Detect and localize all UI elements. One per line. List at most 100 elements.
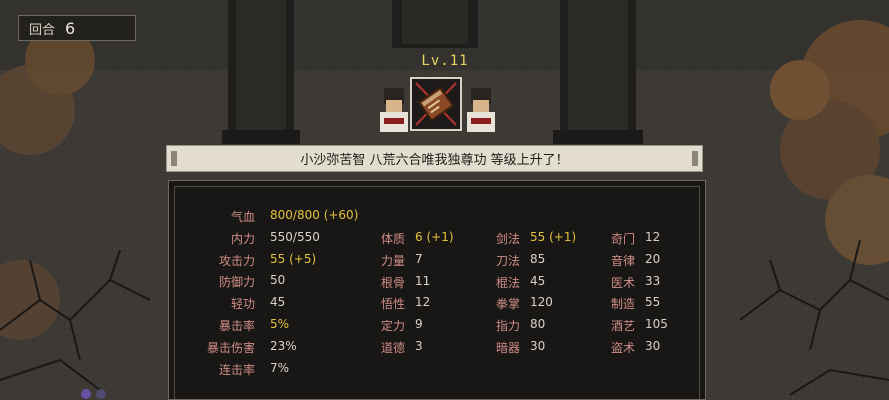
stat-number: 6 — [415, 230, 423, 244]
stat-number: 80 — [530, 317, 546, 332]
stone-pillar-center — [392, 0, 478, 48]
stat-label: 道德 — [380, 341, 405, 355]
stat-value: 800/800 (+60) — [270, 208, 358, 222]
stat-row: 盗术 30 — [595, 339, 725, 357]
stat-value: 30 — [530, 339, 545, 353]
stat-label: 攻击力 — [218, 253, 255, 268]
stat-row: 体质 6 (+1) — [365, 230, 495, 248]
stat-row: 音律 20 — [595, 252, 725, 270]
stat-number: 55 — [645, 295, 661, 310]
stat-label: 制造 — [610, 297, 635, 312]
stat-row: 定力 9 — [365, 317, 495, 335]
stat-label: 定力 — [380, 319, 405, 334]
stat-row: 制造 55 — [595, 295, 725, 313]
stat-row: 攻击力 55 (+5) — [175, 252, 316, 270]
stat-number: 45 — [530, 273, 546, 288]
stat-number: 12 — [415, 295, 431, 310]
stat-value: 55 (+1) — [530, 230, 576, 244]
stat-number: 5% — [270, 317, 290, 331]
round-value: 6 — [65, 18, 76, 38]
stat-number: 30 — [530, 339, 546, 353]
stat-number: 12 — [645, 230, 661, 244]
stat-label: 力量 — [380, 253, 405, 268]
stat-row: 暴击率 5% — [175, 317, 305, 335]
character-stats-panel: 气血 800/800 (+60) 内力 550/550 攻击力 55 (+5) 防御力 50 轻… — [168, 180, 706, 400]
stat-value: 105 — [645, 317, 668, 331]
stat-label: 指力 — [495, 319, 520, 334]
stat-bonus: (+5) — [289, 251, 317, 266]
stat-row: 医术 33 — [595, 274, 725, 292]
stat-row: 根骨 11 — [365, 274, 495, 292]
stat-label: 暴击率 — [218, 319, 255, 333]
stat-number: 7 — [415, 251, 423, 266]
stat-label: 拳掌 — [495, 297, 520, 312]
stat-number: 85 — [530, 251, 546, 266]
stat-label: 剑法 — [495, 232, 520, 246]
stat-value: 23% — [270, 339, 297, 353]
stat-row: 棍法 45 — [480, 274, 610, 292]
stat-value: 12 — [415, 295, 430, 309]
stat-row: 力量 7 — [365, 252, 495, 270]
stat-label: 棍法 — [495, 275, 520, 290]
stat-number: 23% — [270, 338, 297, 353]
stat-number: 7% — [270, 360, 290, 375]
stat-row: 气血 800/800 (+60) — [175, 208, 358, 226]
stat-value: 45 — [270, 295, 285, 309]
stat-row: 悟性 12 — [365, 295, 495, 313]
stat-label: 根骨 — [380, 275, 405, 290]
stat-number: 45 — [270, 295, 286, 310]
stat-value: 55 (+5) — [270, 252, 316, 266]
stat-value: 12 — [645, 230, 660, 244]
stat-row: 轻功 45 — [175, 295, 305, 313]
skill-book-icon-frame — [410, 77, 462, 131]
round-counter: 回合 6 — [18, 15, 136, 41]
stat-value: 6 (+1) — [415, 230, 454, 244]
stat-number: 105 — [645, 317, 668, 332]
stat-value: 85 — [530, 252, 545, 266]
stat-bonus: (+1) — [549, 230, 577, 244]
stat-row: 连击率 7% — [175, 361, 305, 379]
stat-number: 120 — [530, 295, 553, 310]
stat-row: 酒艺 105 — [595, 317, 725, 335]
stat-value: 7 — [415, 252, 423, 266]
stat-label: 防御力 — [218, 275, 255, 290]
skill-book-icon — [415, 82, 457, 126]
stat-value: 45 — [530, 274, 545, 288]
stone-pillar-right — [553, 0, 643, 144]
stats-panel-frame: 气血 800/800 (+60) 内力 550/550 攻击力 55 (+5) 防御力 50 轻… — [174, 186, 700, 399]
stat-row: 奇门 12 — [595, 230, 725, 248]
stat-label: 盗术 — [610, 341, 635, 355]
stat-label: 刀法 — [495, 253, 520, 268]
stat-label: 暗器 — [495, 341, 520, 355]
stone-pillar-left — [222, 0, 300, 144]
stat-number: 800/800 — [270, 208, 320, 222]
stat-number: 30 — [645, 339, 661, 353]
stat-number: 9 — [415, 317, 423, 332]
stat-label: 内力 — [230, 231, 255, 246]
stat-label: 体质 — [380, 232, 405, 246]
stat-value: 550/550 — [270, 230, 320, 244]
stat-row: 剑法 55 (+1) — [480, 230, 610, 248]
stat-value: 55 — [645, 295, 660, 309]
stat-row: 拳掌 120 — [480, 295, 610, 313]
stat-row: 防御力 50 — [175, 273, 305, 291]
stat-row: 暴击伤害 23% — [175, 339, 305, 357]
stat-value: 120 — [530, 295, 553, 309]
stat-value: 30 — [645, 339, 660, 353]
stat-label: 音律 — [610, 253, 635, 268]
level-up-banner: 小沙弥苦智 八荒六合唯我独尊功 等级上升了！ — [166, 145, 703, 172]
stat-row: 刀法 85 — [480, 252, 610, 270]
stat-label: 医术 — [610, 275, 635, 290]
stat-label: 连击率 — [218, 362, 255, 377]
stat-label: 悟性 — [380, 297, 405, 312]
stat-value: 11 — [415, 274, 430, 288]
stat-label: 暴击伤害 — [206, 340, 255, 355]
stat-number: 55 — [270, 251, 286, 266]
stat-row: 暗器 30 — [480, 339, 610, 357]
stat-label: 气血 — [230, 210, 255, 224]
stat-number: 55 — [530, 230, 546, 244]
stat-number: 11 — [415, 273, 431, 288]
stat-bonus: (+1) — [426, 230, 454, 244]
level-up-message: 小沙弥苦智 八荒六合唯我独尊功 等级上升了！ — [300, 153, 569, 168]
stat-number: 20 — [645, 251, 661, 266]
